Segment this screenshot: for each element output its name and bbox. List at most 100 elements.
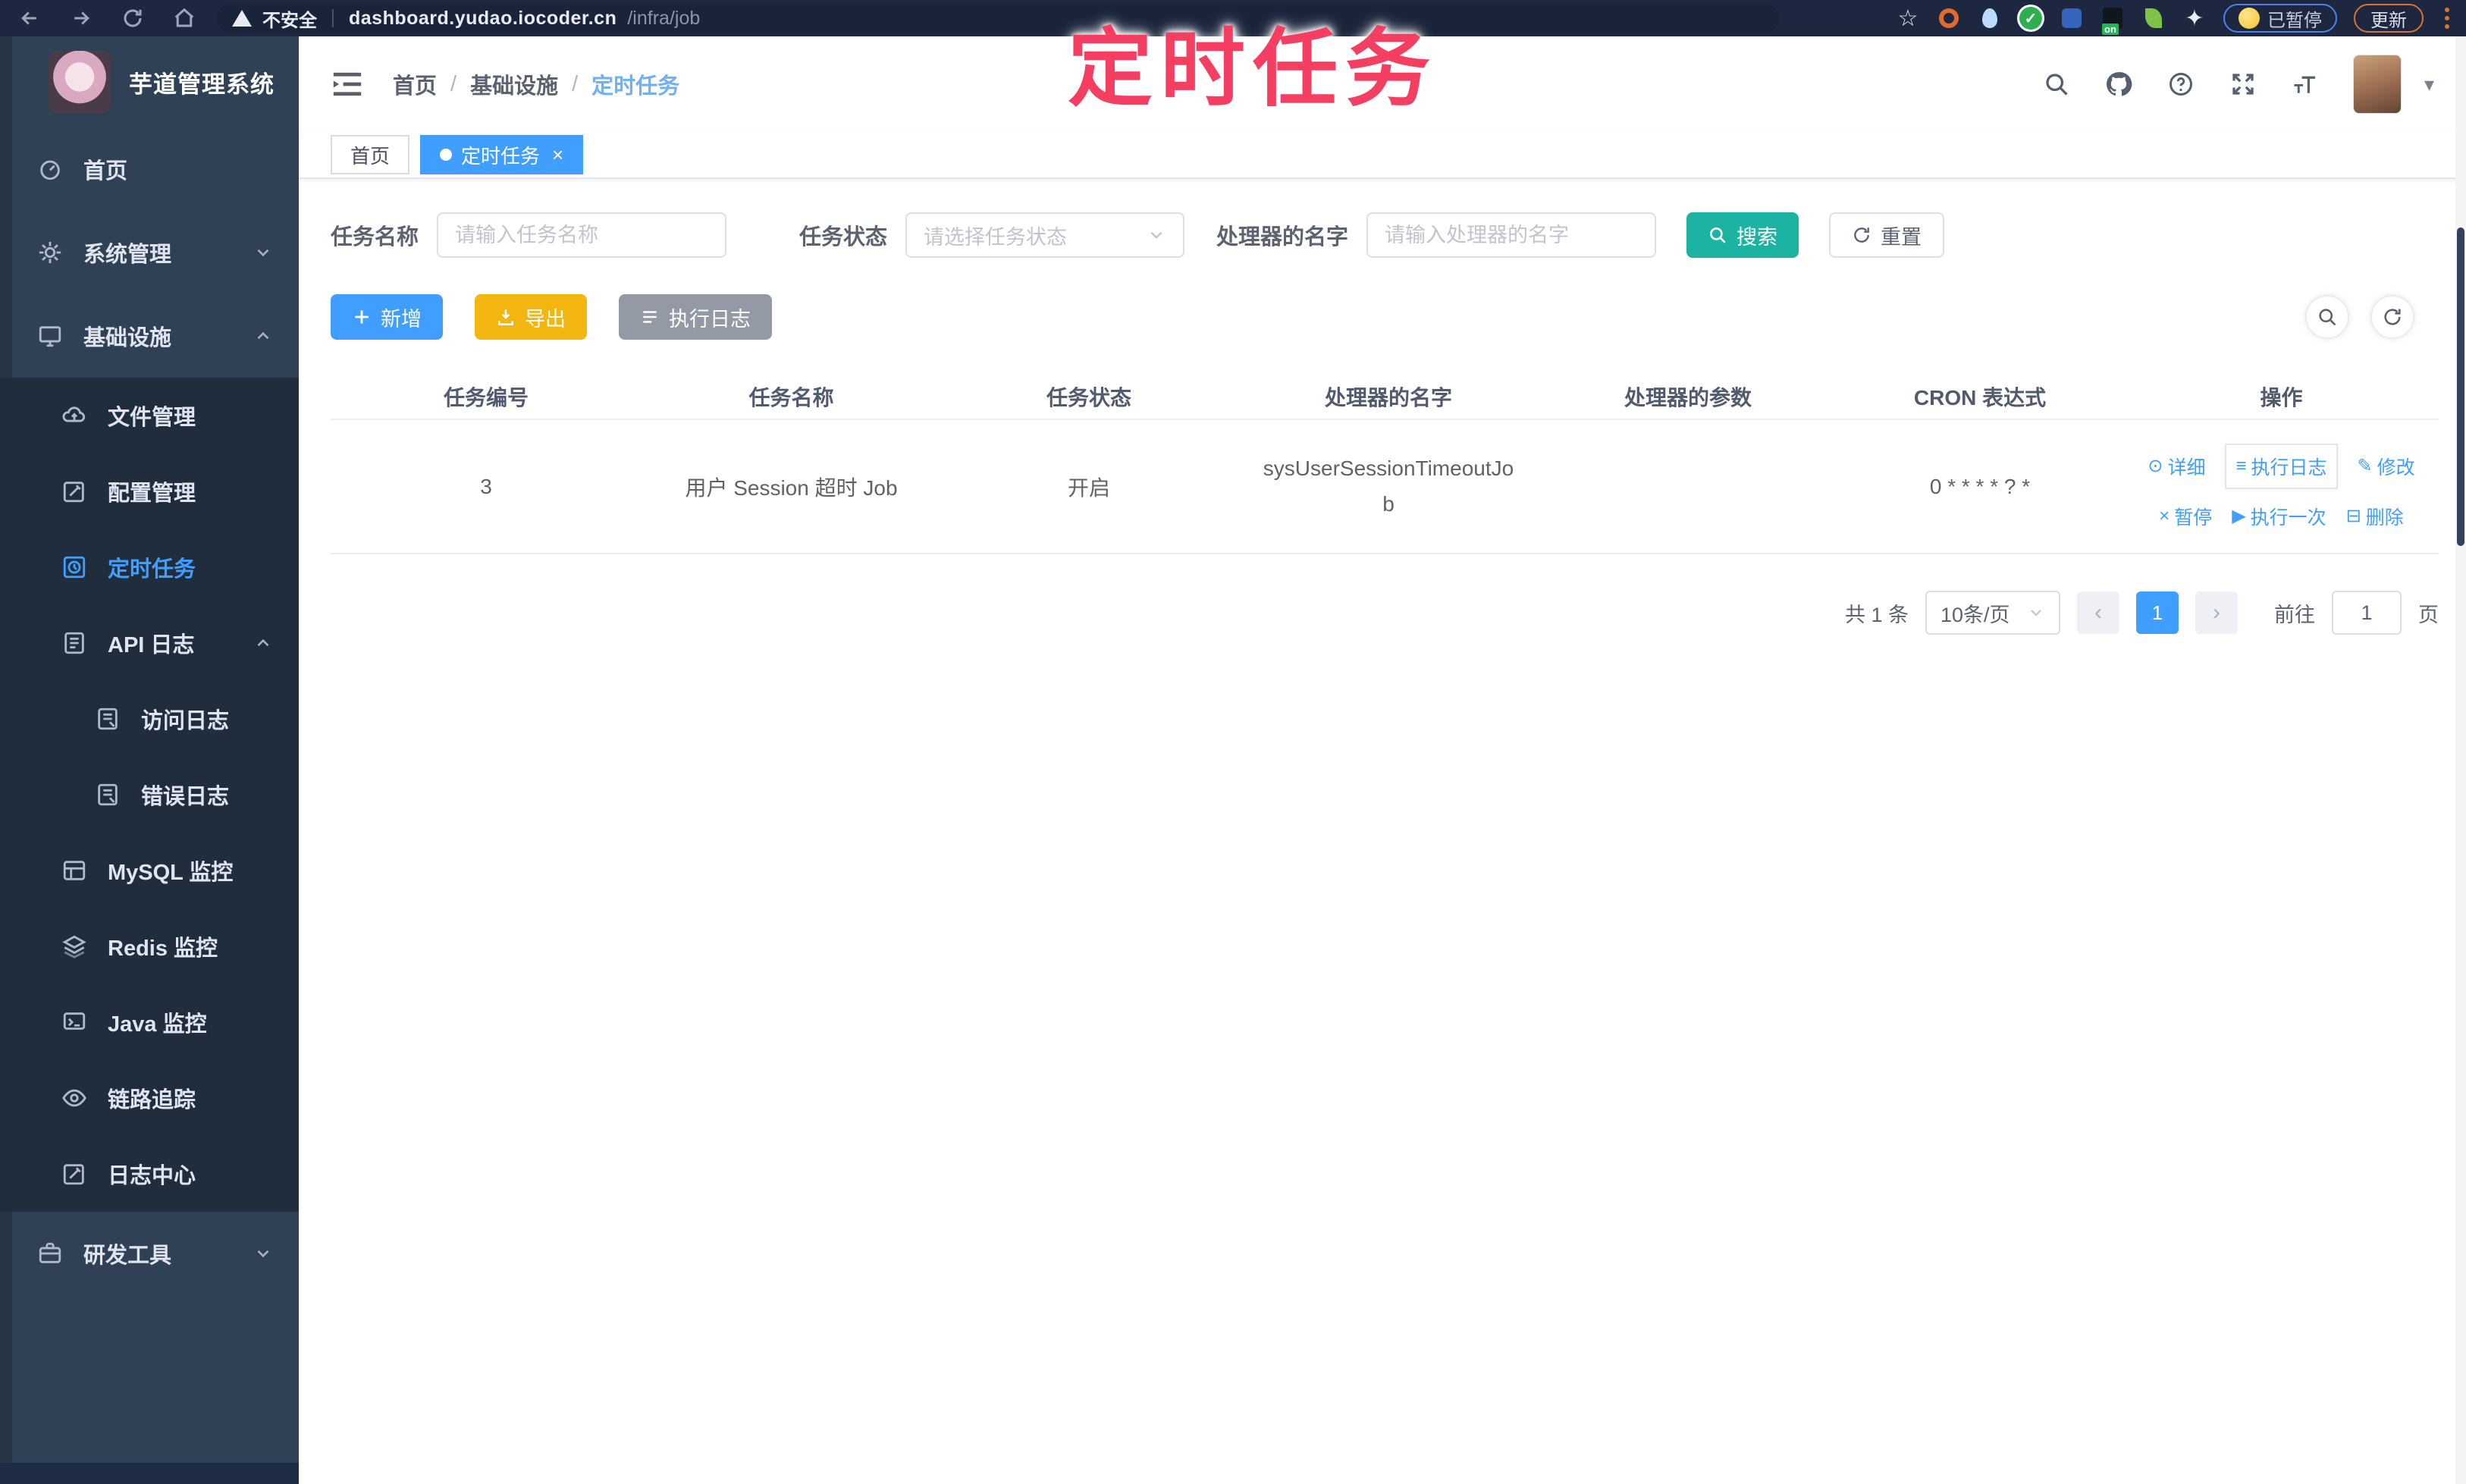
extension-icon-leaf[interactable] <box>2141 6 2166 30</box>
security-warning-icon <box>232 10 252 27</box>
chevron-down-icon <box>2027 604 2045 622</box>
briefcase-icon <box>36 1240 64 1267</box>
screen: 不安全 dashboard.yudao.iocoder.cn/infra/job… <box>0 0 2466 1484</box>
logo-avatar <box>49 51 111 113</box>
tab-scheduled-jobs[interactable]: 定时任务 × <box>420 135 584 174</box>
pagination: 共 1 条 10条/页 ‹ 1 › 前往 页 <box>331 591 2439 635</box>
sidebar-item-infra[interactable]: 基础设施 <box>0 294 299 378</box>
page-1-button[interactable]: 1 <box>2136 591 2179 634</box>
filter-form: 任务名称 任务状态 请选择任务状态 处理器的名字 搜索 <box>331 212 2466 258</box>
exec-log-link[interactable]: ≡ 执行日志 <box>2225 443 2338 489</box>
extension-icon-blue[interactable] <box>2060 6 2084 30</box>
sidebar-item-java-monitor[interactable]: Java 监控 <box>0 984 299 1060</box>
sidebar-item-api-logs[interactable]: API 日志 <box>0 605 299 681</box>
home-icon[interactable] <box>171 5 197 31</box>
eye-icon: ⊙ <box>2148 456 2163 476</box>
sidebar-item-access-logs[interactable]: 访问日志 <box>0 681 299 757</box>
fullscreen-icon[interactable] <box>2229 70 2257 99</box>
layers-icon <box>61 933 88 960</box>
extension-icon-drop[interactable] <box>1978 6 2002 30</box>
forward-icon[interactable] <box>68 5 94 31</box>
page-size-select[interactable]: 10条/页 <box>1925 591 2060 635</box>
tab-close-icon[interactable]: × <box>552 143 563 167</box>
sidebar-item-error-logs[interactable]: 错误日志 <box>0 757 299 833</box>
edit-square-icon <box>61 478 88 505</box>
log-doc-icon <box>94 705 121 733</box>
sidebar-item-log-center[interactable]: 日志中心 <box>0 1136 299 1212</box>
total-count: 共 1 条 <box>1844 603 1909 626</box>
search-icon[interactable] <box>2042 70 2071 99</box>
close-icon: × <box>2159 505 2170 526</box>
handler-name-input[interactable] <box>1366 212 1657 258</box>
sidebar-item-config-management[interactable]: 配置管理 <box>0 453 299 529</box>
chevron-up-icon <box>253 633 273 653</box>
reload-icon[interactable] <box>120 5 146 31</box>
col-task-name: 任务名称 <box>748 386 834 409</box>
emoji-face-icon <box>2239 8 2260 29</box>
table-header: 任务编号 任务名称 任务状态 处理器的名字 处理器的参数 CRON 表达式 操作 <box>331 375 2439 420</box>
font-size-icon[interactable] <box>2291 70 2320 99</box>
add-button[interactable]: 新增 <box>331 294 443 340</box>
cell-handler-params <box>1540 420 1836 553</box>
sidebar-item-file-management[interactable]: 文件管理 <box>0 378 299 453</box>
sidebar-item-mysql-monitor[interactable]: MySQL 监控 <box>0 833 299 908</box>
goto-page-input[interactable] <box>2332 591 2402 635</box>
paused-badge[interactable]: 已暂停 <box>2223 4 2337 33</box>
search-button[interactable]: 搜索 <box>1686 212 1799 258</box>
task-name-input[interactable] <box>437 212 727 258</box>
sidebar-item-dev-tools[interactable]: 研发工具 <box>0 1212 299 1295</box>
active-tab-dot <box>440 149 453 161</box>
filter-name-label: 任务名称 <box>331 225 419 249</box>
breadcrumb-home[interactable]: 首页 <box>393 68 437 100</box>
eye-icon <box>61 1084 88 1112</box>
cell-task-status: 开启 <box>1067 475 1110 500</box>
exec-log-button[interactable]: 执行日志 <box>619 294 772 340</box>
cloud-upload-icon <box>61 402 88 429</box>
sidebar-item-scheduled-jobs[interactable]: 定时任务 <box>0 529 299 605</box>
page-scrollbar-thumb[interactable] <box>2457 227 2464 546</box>
annotation-overlay: 定时任务 <box>1068 21 1438 116</box>
sidebar-item-tracing[interactable]: 链路追踪 <box>0 1060 299 1136</box>
terminal-icon <box>61 1009 88 1036</box>
prev-page-button[interactable]: ‹ <box>2077 591 2119 634</box>
user-avatar[interactable] <box>2352 55 2402 114</box>
extension-icon-orange[interactable] <box>1937 6 1961 30</box>
security-label: 不安全 <box>262 10 317 31</box>
log-doc-icon <box>61 629 88 657</box>
database-icon <box>61 857 88 884</box>
cell-task-id: 3 <box>480 474 492 498</box>
cell-task-name: 用户 Session 超时 Job <box>685 475 898 500</box>
update-button[interactable]: 更新 <box>2354 4 2424 33</box>
export-button[interactable]: 导出 <box>475 294 587 340</box>
cell-cron: 0 * * * * ? * <box>1929 474 2031 498</box>
address-bar[interactable]: 不安全 dashboard.yudao.iocoder.cn/infra/job <box>217 4 1779 33</box>
next-page-button[interactable]: › <box>2195 591 2238 634</box>
delete-link[interactable]: ⊟ 删除 <box>2346 503 2404 530</box>
pause-link[interactable]: × 暂停 <box>2159 503 2212 530</box>
col-actions: 操作 <box>2260 386 2303 409</box>
user-caret-icon[interactable]: ▾ <box>2424 73 2434 96</box>
back-icon[interactable] <box>17 5 42 31</box>
pencil-icon: ✎ <box>2357 456 2373 476</box>
toggle-search-button[interactable] <box>2305 295 2349 339</box>
sidebar-item-home[interactable]: 首页 <box>0 127 299 211</box>
sidebar-item-redis-monitor[interactable]: Redis 监控 <box>0 908 299 984</box>
refresh-button[interactable] <box>2370 295 2414 339</box>
reset-button[interactable]: 重置 <box>1829 212 1945 258</box>
bookmark-star-icon[interactable]: ☆ <box>1896 6 1920 31</box>
browser-menu-icon[interactable] <box>2440 8 2454 29</box>
tab-home[interactable]: 首页 <box>331 135 410 174</box>
breadcrumb-infra[interactable]: 基础设施 <box>470 68 558 100</box>
extension-icon-green-check[interactable]: ✓ <box>2019 6 2043 30</box>
extension-icon-dark[interactable]: on <box>2100 6 2125 35</box>
sidebar-item-system[interactable]: 系统管理 <box>0 211 299 294</box>
logo[interactable]: 芋道管理系统 <box>0 36 299 127</box>
collapse-sidebar-icon[interactable] <box>331 69 366 99</box>
task-status-select[interactable]: 请选择任务状态 <box>905 212 1185 258</box>
detail-link[interactable]: ⊙ 详细 <box>2148 453 2205 480</box>
run-once-link[interactable]: ▶ 执行一次 <box>2232 503 2326 530</box>
help-icon[interactable] <box>2166 70 2195 99</box>
extension-icon-star[interactable]: ✦ <box>2182 6 2207 31</box>
github-icon[interactable] <box>2104 70 2133 99</box>
edit-link[interactable]: ✎ 修改 <box>2358 453 2415 480</box>
